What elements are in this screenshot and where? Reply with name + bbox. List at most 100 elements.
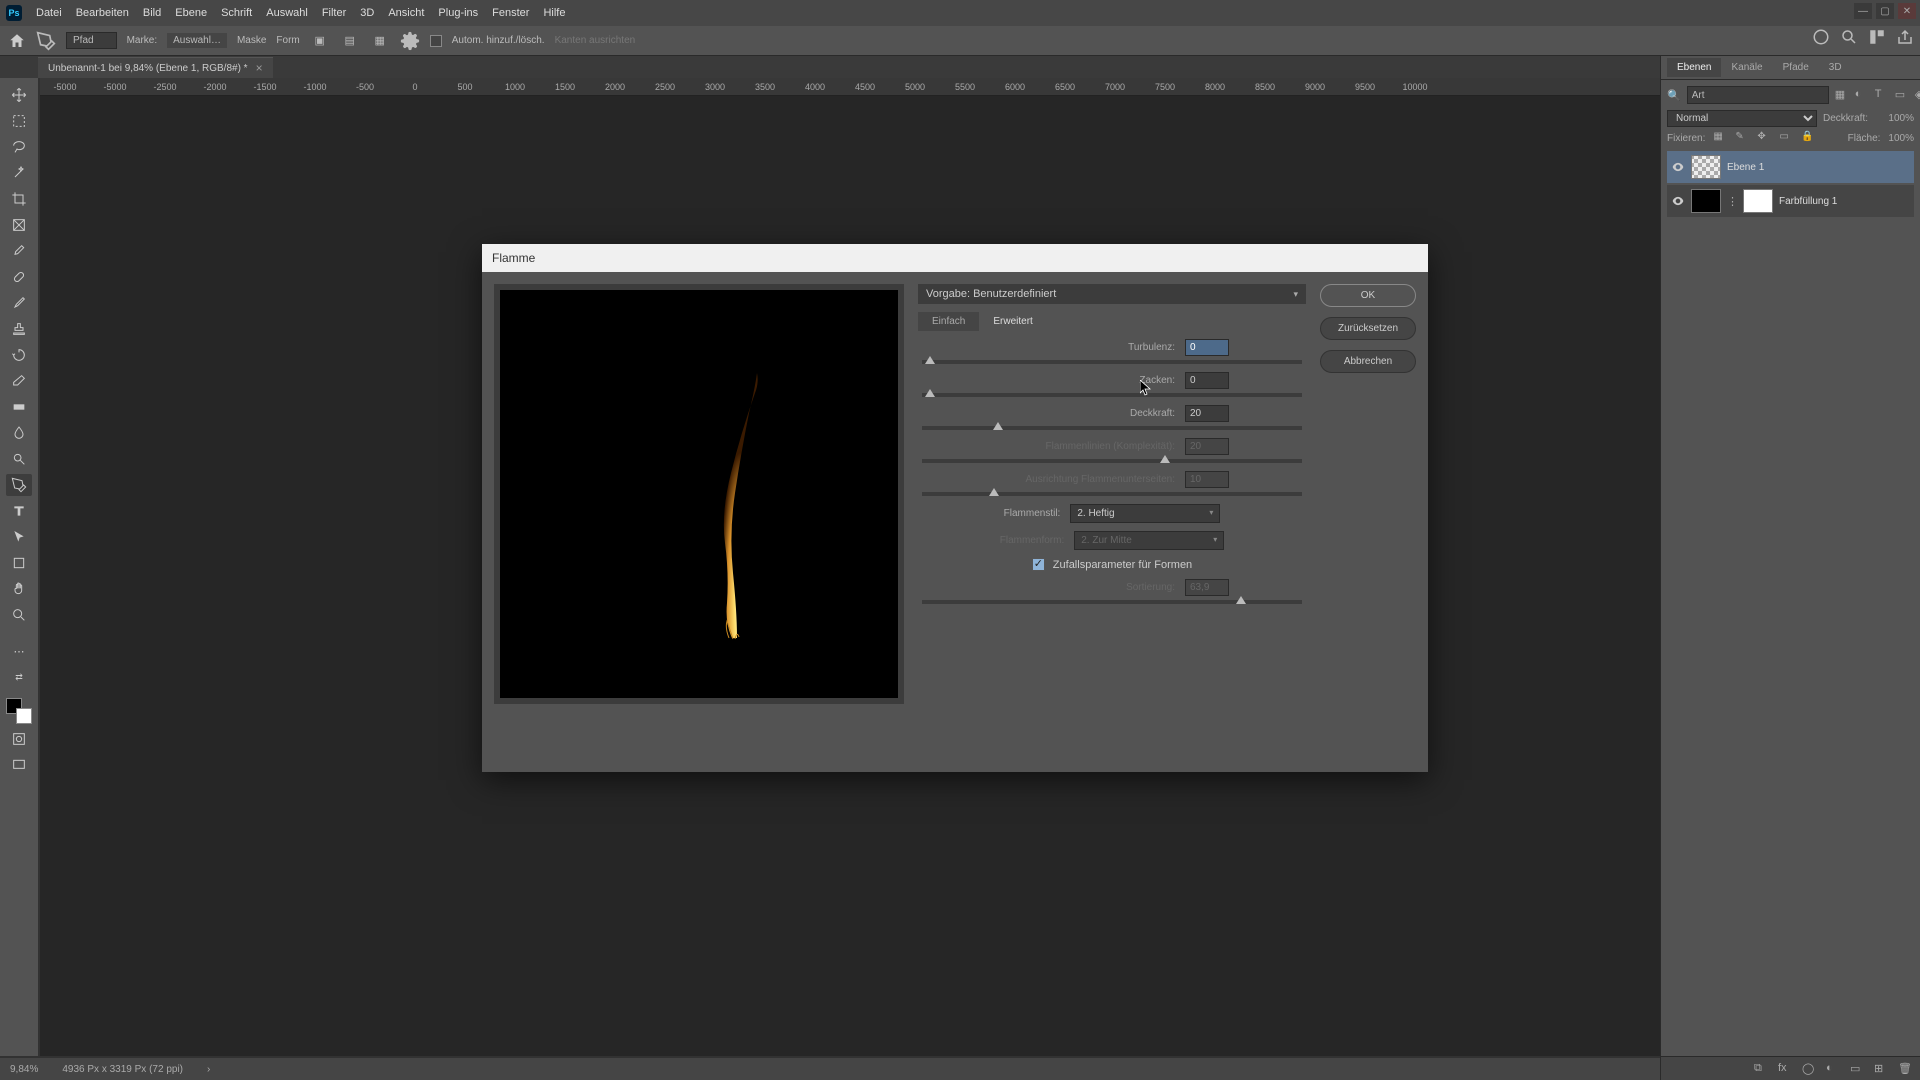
filter-adjust-icon[interactable]: ◐ [1855,88,1869,102]
menu-item[interactable]: 3D [360,7,374,19]
heal-tool-icon[interactable] [6,266,32,288]
arrange-icon[interactable]: ▦ [370,31,390,51]
new-layer-icon[interactable]: ⊞ [1874,1062,1888,1076]
menu-item[interactable]: Hilfe [543,7,565,19]
blur-tool-icon[interactable] [6,422,32,444]
quick-mask-icon[interactable] [6,728,32,750]
layer-name[interactable]: Ebene 1 [1727,162,1764,173]
style-dropdown[interactable]: 2. Heftig [1070,504,1220,523]
lock-pixels-icon[interactable]: ▦ [1713,131,1727,145]
reset-button[interactable]: Zurücksetzen [1320,317,1416,340]
menu-item[interactable]: Fenster [492,7,529,19]
search-icon[interactable] [1840,28,1858,46]
shape-button[interactable]: Form [276,35,299,46]
tab-paths[interactable]: Pfade [1773,58,1819,77]
turbulence-input[interactable] [1185,339,1229,356]
lock-position-icon[interactable]: ✥ [1757,131,1771,145]
opacity-value[interactable]: 100% [1874,113,1914,124]
crop-tool-icon[interactable] [6,188,32,210]
filter-shape-icon[interactable]: ▭ [1895,88,1909,102]
turbulence-slider[interactable] [922,360,1302,364]
menu-item[interactable]: Ansicht [388,7,424,19]
layer-thumbnail[interactable] [1691,155,1721,179]
random-checkbox[interactable] [1032,558,1045,571]
eraser-tool-icon[interactable] [6,370,32,392]
opacity-input[interactable] [1185,405,1229,422]
tab-3d[interactable]: 3D [1819,58,1852,77]
fx-icon[interactable]: fx [1778,1062,1792,1076]
adjustment-icon[interactable]: ◐ [1826,1062,1840,1076]
mask-thumbnail[interactable] [1743,189,1773,213]
menu-item[interactable]: Schrift [221,7,252,19]
delete-icon[interactable]: 🗑 [1898,1062,1912,1076]
mode-dropdown[interactable]: Pfad [66,32,117,49]
swap-colors-icon[interactable]: ⇄ [6,666,32,688]
workspace-icon[interactable] [1868,28,1886,46]
filter-type-icon[interactable]: T [1875,88,1889,102]
link-layers-icon[interactable]: ⧉ [1754,1062,1768,1076]
group-icon[interactable]: ▭ [1850,1062,1864,1076]
dodge-tool-icon[interactable] [6,448,32,470]
filter-smart-icon[interactable]: ◈ [1915,88,1920,102]
jag-input[interactable] [1185,372,1229,389]
hand-tool-icon[interactable] [6,578,32,600]
fill-value[interactable]: 100% [1888,133,1914,144]
menu-item[interactable]: Auswahl [266,7,308,19]
lasso-tool-icon[interactable] [6,136,32,158]
brush-tool-icon[interactable] [6,292,32,314]
menu-item[interactable]: Ebene [175,7,207,19]
layer-row[interactable]: ⋮ Farbfüllung 1 [1667,185,1914,217]
filter-image-icon[interactable]: ▦ [1835,88,1849,102]
tab-layers[interactable]: Ebenen [1667,58,1721,77]
maximize-icon[interactable]: ▢ [1876,3,1894,19]
frame-tool-icon[interactable] [6,214,32,236]
visibility-icon[interactable] [1671,160,1685,174]
blend-mode-dropdown[interactable]: Normal [1667,110,1817,127]
lock-all-icon[interactable]: 🔒 [1801,131,1815,145]
menu-item[interactable]: Bearbeiten [76,7,129,19]
zoom-level[interactable]: 9,84% [10,1064,38,1075]
visibility-icon[interactable] [1671,194,1685,208]
tab-simple[interactable]: Einfach [918,312,979,331]
zoom-tool-icon[interactable] [6,604,32,626]
menu-item[interactable]: Filter [322,7,346,19]
mask-icon[interactable]: ◯ [1802,1062,1816,1076]
eyedropper-tool-icon[interactable] [6,240,32,262]
wand-tool-icon[interactable] [6,162,32,184]
color-swatches[interactable] [6,698,32,724]
type-tool-icon[interactable] [6,500,32,522]
screen-mode-icon[interactable] [6,754,32,776]
marquee-tool-icon[interactable] [6,110,32,132]
more-tools-icon[interactable]: ⋯ [6,640,32,662]
pen-tool-icon[interactable] [36,31,56,51]
lock-artboard-icon[interactable]: ▭ [1779,131,1793,145]
share-icon[interactable] [1896,28,1914,46]
menu-item[interactable]: Bild [143,7,161,19]
menu-item[interactable]: Datei [36,7,62,19]
ok-button[interactable]: OK [1320,284,1416,307]
minimize-icon[interactable]: — [1854,3,1872,19]
layer-row[interactable]: Ebene 1 [1667,151,1914,183]
document-tab[interactable]: Unbenannt-1 bei 9,84% (Ebene 1, RGB/8#) … [38,57,273,78]
lock-paint-icon[interactable]: ✎ [1735,131,1749,145]
history-brush-icon[interactable] [6,344,32,366]
cloud-icon[interactable] [1812,28,1830,46]
stamp-tool-icon[interactable] [6,318,32,340]
tab-channels[interactable]: Kanäle [1721,58,1772,77]
path-select-icon[interactable] [6,526,32,548]
jag-slider[interactable] [922,393,1302,397]
layer-name[interactable]: Farbfüllung 1 [1779,196,1837,207]
mask-button[interactable]: Maske [237,35,266,46]
pen-tool-icon[interactable] [6,474,32,496]
path-op-icon[interactable]: ▣ [310,31,330,51]
shape-tool-icon[interactable] [6,552,32,574]
gradient-tool-icon[interactable] [6,396,32,418]
selection-button[interactable]: Auswahl… [167,33,227,48]
tab-advanced[interactable]: Erweitert [979,312,1046,331]
opacity-slider[interactable] [922,426,1302,430]
home-icon[interactable] [8,32,26,50]
cancel-button[interactable]: Abbrechen [1320,350,1416,373]
checkbox[interactable] [430,35,442,47]
link-icon[interactable]: ⋮ [1727,195,1737,208]
close-tab-icon[interactable]: × [256,61,263,75]
